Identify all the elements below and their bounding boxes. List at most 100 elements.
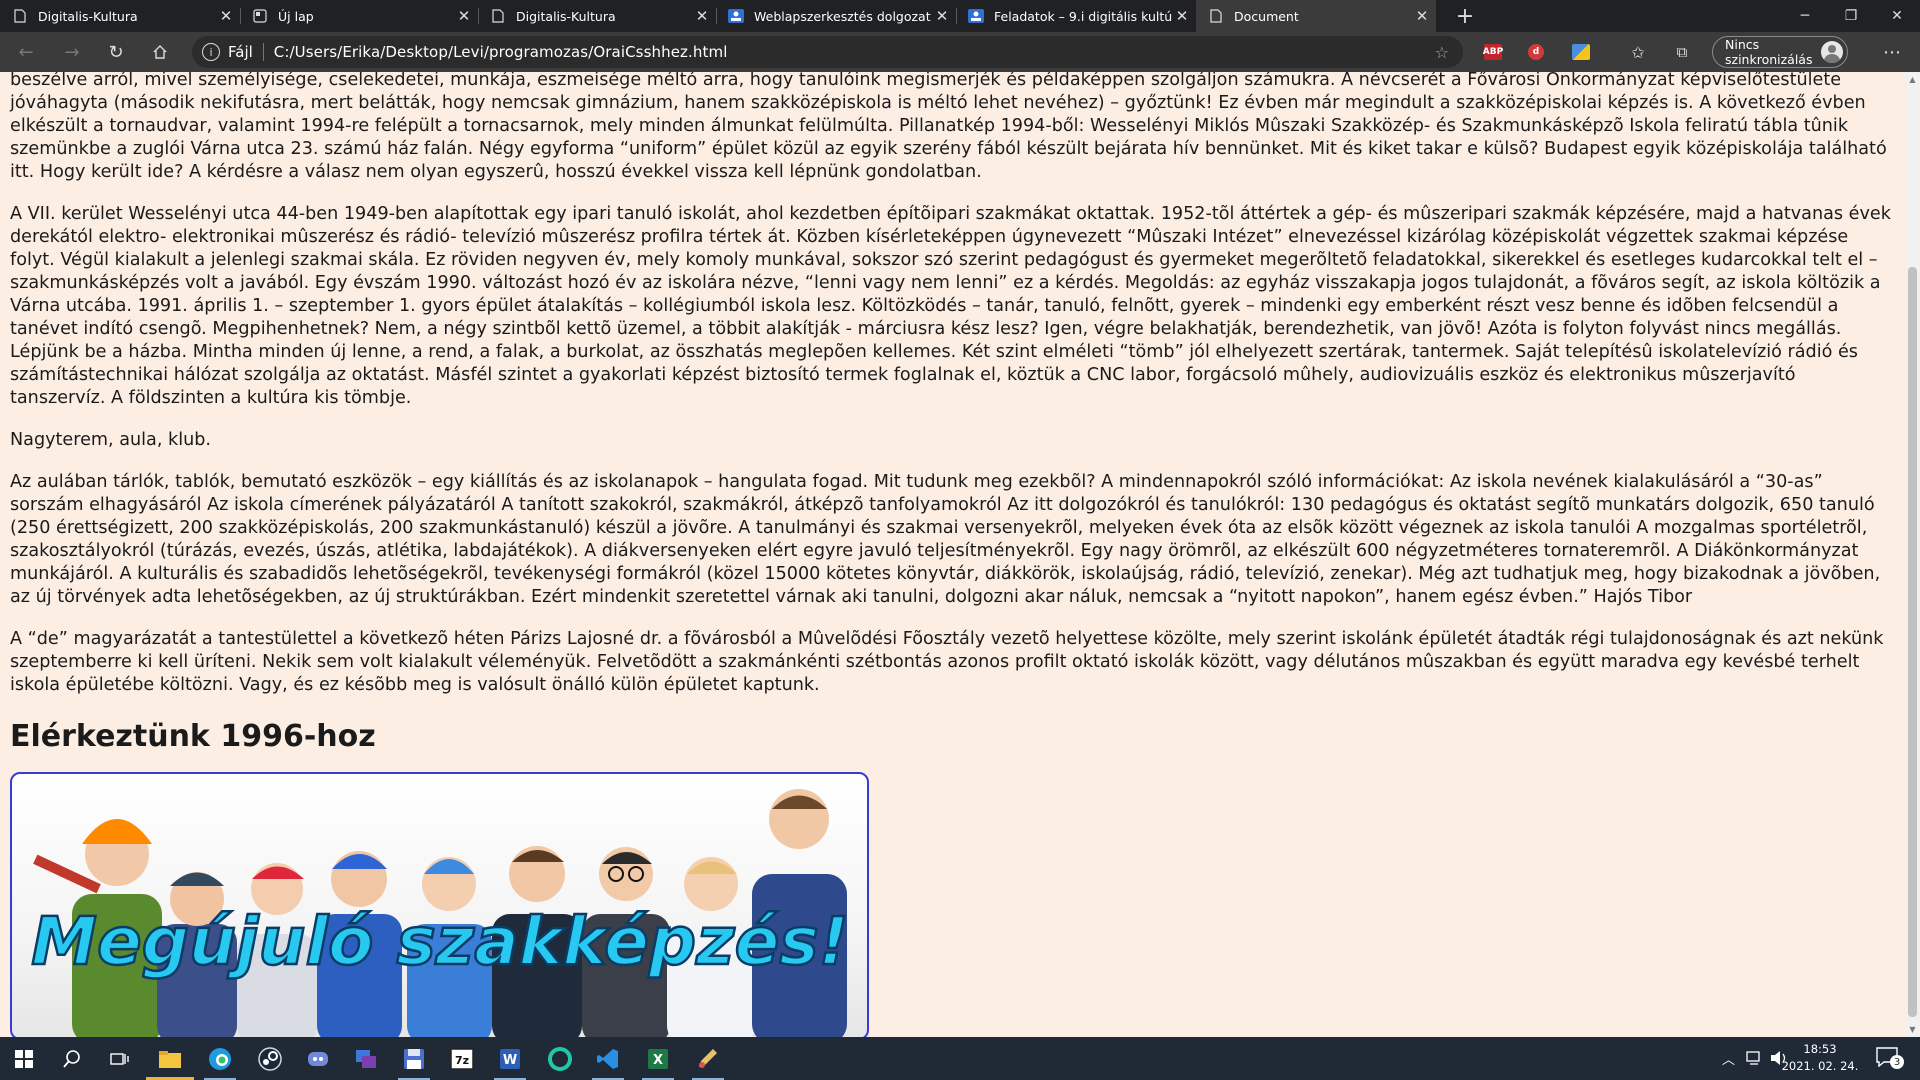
address-scheme-label: Fájl xyxy=(228,43,253,61)
banner-text: Megújuló szakképzés! xyxy=(31,903,848,980)
excel-icon: X xyxy=(648,1048,668,1069)
settings-menu-button[interactable]: ⋯ xyxy=(1878,38,1906,66)
close-icon[interactable]: ✕ xyxy=(1412,7,1432,25)
tab-digitalis-kultura-1[interactable]: Digitalis-Kultura ✕ xyxy=(0,0,240,32)
svg-text:X: X xyxy=(653,1053,663,1068)
paragraph-3: Nagyterem, aula, klub. xyxy=(10,430,212,450)
svg-text:W: W xyxy=(503,1053,517,1068)
close-icon[interactable]: ✕ xyxy=(692,7,712,25)
paragraph-1: beszélve arról, mivel személyisége, csel… xyxy=(10,72,1887,182)
back-button[interactable]: ← xyxy=(12,38,40,66)
taskbar-word[interactable]: W xyxy=(486,1037,534,1080)
document-content: beszélve arról, mivel személyisége, csel… xyxy=(10,72,1895,1037)
scroll-up-arrow[interactable]: ▲ xyxy=(1905,72,1920,87)
address-bar[interactable]: i Fájl C:/Users/Erika/Desktop/Levi/progr… xyxy=(192,36,1463,68)
paragraph-5: A “de” magyarázatát a tantestülettel a k… xyxy=(10,629,1884,695)
search-icon xyxy=(63,1049,80,1068)
paragraph-4: Az aulában tárlók, tablók, bemutató eszk… xyxy=(10,472,1881,607)
page-icon xyxy=(12,8,28,24)
section-heading: Elérkeztünk 1996-hoz xyxy=(10,719,376,754)
tab-title: Digitalis-Kultura xyxy=(38,8,138,24)
home-icon xyxy=(153,45,167,59)
address-separator xyxy=(262,43,264,61)
favorites-button[interactable]: ✩ xyxy=(1624,38,1652,66)
page-icon xyxy=(490,8,506,24)
sync-button[interactable]: Nincs szinkronizálás xyxy=(1712,36,1848,68)
discord-icon xyxy=(308,1051,328,1066)
tab-title: Digitalis-Kultura xyxy=(516,8,616,24)
notification-count-badge: 3 xyxy=(1890,1055,1904,1069)
tab-weblapszerkesztes[interactable]: Weblapszerkesztés dolgozat ✕ xyxy=(716,0,956,32)
info-icon[interactable]: i xyxy=(202,43,220,61)
vertical-scrollbar[interactable]: ▲ ▼ xyxy=(1905,72,1920,1037)
taskbar-excel[interactable]: X xyxy=(634,1037,682,1080)
clock-time: 18:53 xyxy=(1803,1042,1837,1056)
file-explorer-icon xyxy=(159,1050,181,1068)
collections-icon: ⧉ xyxy=(1676,43,1688,61)
tab-title: Új lap xyxy=(278,8,314,24)
taskbar-discord[interactable] xyxy=(294,1037,342,1080)
collections-button[interactable]: ⧉ xyxy=(1668,38,1696,66)
minimize-button[interactable]: ─ xyxy=(1782,0,1828,32)
tab-feladatok[interactable]: Feladatok – 9.i digitális kultúra 2( ✕ xyxy=(956,0,1196,32)
save-app-icon xyxy=(404,1048,424,1069)
restore-button[interactable]: ❐ xyxy=(1828,0,1874,32)
refresh-button[interactable]: ↻ xyxy=(102,38,130,66)
browser-toolbar: ← → ↻ i Fájl C:/Users/Erika/Desktop/Levi… xyxy=(0,32,1920,72)
address-url[interactable]: C:/Users/Erika/Desktop/Levi/programozas/… xyxy=(274,43,728,61)
7zip-icon: 7z xyxy=(450,1047,474,1070)
tab-uj-lap[interactable]: Új lap ✕ xyxy=(240,0,478,32)
chevron-up-icon[interactable]: ︿ xyxy=(1722,1049,1735,1068)
taskbar-green-app[interactable] xyxy=(536,1037,584,1080)
avatar xyxy=(1821,41,1843,63)
green-circle-app-icon xyxy=(548,1046,572,1071)
taskbar-vscode[interactable] xyxy=(584,1037,632,1080)
taskbar-save-app[interactable] xyxy=(390,1037,438,1080)
tab-title: Weblapszerkesztés dolgozat xyxy=(754,8,931,24)
windows-taskbar: 7z W X ︿ 18:53 2021. 02. 24. 3 xyxy=(0,1037,1920,1080)
tab-document[interactable]: Document ✕ xyxy=(1196,0,1436,32)
taskbar-file-explorer[interactable] xyxy=(146,1037,194,1080)
taskbar-edge[interactable] xyxy=(196,1037,244,1080)
tab-title: Feladatok – 9.i digitális kultúra 2( xyxy=(994,8,1172,24)
taskbar-paint[interactable] xyxy=(684,1037,732,1080)
close-window-button[interactable]: ✕ xyxy=(1874,0,1920,32)
close-icon[interactable]: ✕ xyxy=(932,7,952,25)
close-icon[interactable]: ✕ xyxy=(454,7,474,25)
page-viewport: beszélve arról, mivel személyisége, csel… xyxy=(0,72,1905,1037)
clock[interactable]: 18:53 2021. 02. 24. xyxy=(1770,1041,1870,1075)
search-button[interactable] xyxy=(48,1037,96,1080)
network-icon[interactable] xyxy=(1746,1051,1764,1065)
adblock-plus-extension[interactable]: ABP xyxy=(1483,44,1503,60)
banner-image: Megújuló szakképzés! xyxy=(10,772,869,1037)
start-icon xyxy=(15,1049,33,1068)
close-icon[interactable]: ✕ xyxy=(216,7,236,25)
add-favorite-icon[interactable]: ☆ xyxy=(1435,43,1449,62)
tab-strip: Digitalis-Kultura ✕ Új lap ✕ Digitalis-K… xyxy=(0,0,1920,32)
svg-text:7z: 7z xyxy=(455,1054,469,1067)
task-view-button[interactable] xyxy=(96,1037,144,1080)
new-tab-button[interactable]: + xyxy=(1450,0,1480,32)
scroll-down-arrow[interactable]: ▼ xyxy=(1905,1022,1920,1037)
taskbar-steam[interactable] xyxy=(246,1037,294,1080)
classroom-icon xyxy=(968,8,984,24)
edge-icon xyxy=(209,1047,231,1070)
more-icon: ⋯ xyxy=(1883,41,1901,63)
taskbar-remote-desktop[interactable] xyxy=(342,1037,390,1080)
taskbar-7zip[interactable]: 7z xyxy=(438,1037,486,1080)
close-icon[interactable]: ✕ xyxy=(1172,7,1192,25)
notification-center-button[interactable]: 3 xyxy=(1876,1047,1906,1071)
paint-icon xyxy=(699,1048,717,1068)
extension-colorful-icon[interactable] xyxy=(1572,44,1590,60)
tab-digitalis-kultura-2[interactable]: Digitalis-Kultura ✕ xyxy=(478,0,716,32)
home-button[interactable] xyxy=(146,38,174,66)
favorites-icon: ✩ xyxy=(1631,42,1645,62)
tab-title: Document xyxy=(1234,8,1299,24)
vscode-icon xyxy=(597,1048,618,1069)
extension-d[interactable]: d xyxy=(1528,44,1544,60)
word-icon: W xyxy=(500,1048,520,1069)
scrollbar-thumb[interactable] xyxy=(1908,267,1917,1017)
start-button[interactable] xyxy=(0,1037,48,1080)
forward-button[interactable]: → xyxy=(58,38,86,66)
classroom-icon xyxy=(728,8,744,24)
